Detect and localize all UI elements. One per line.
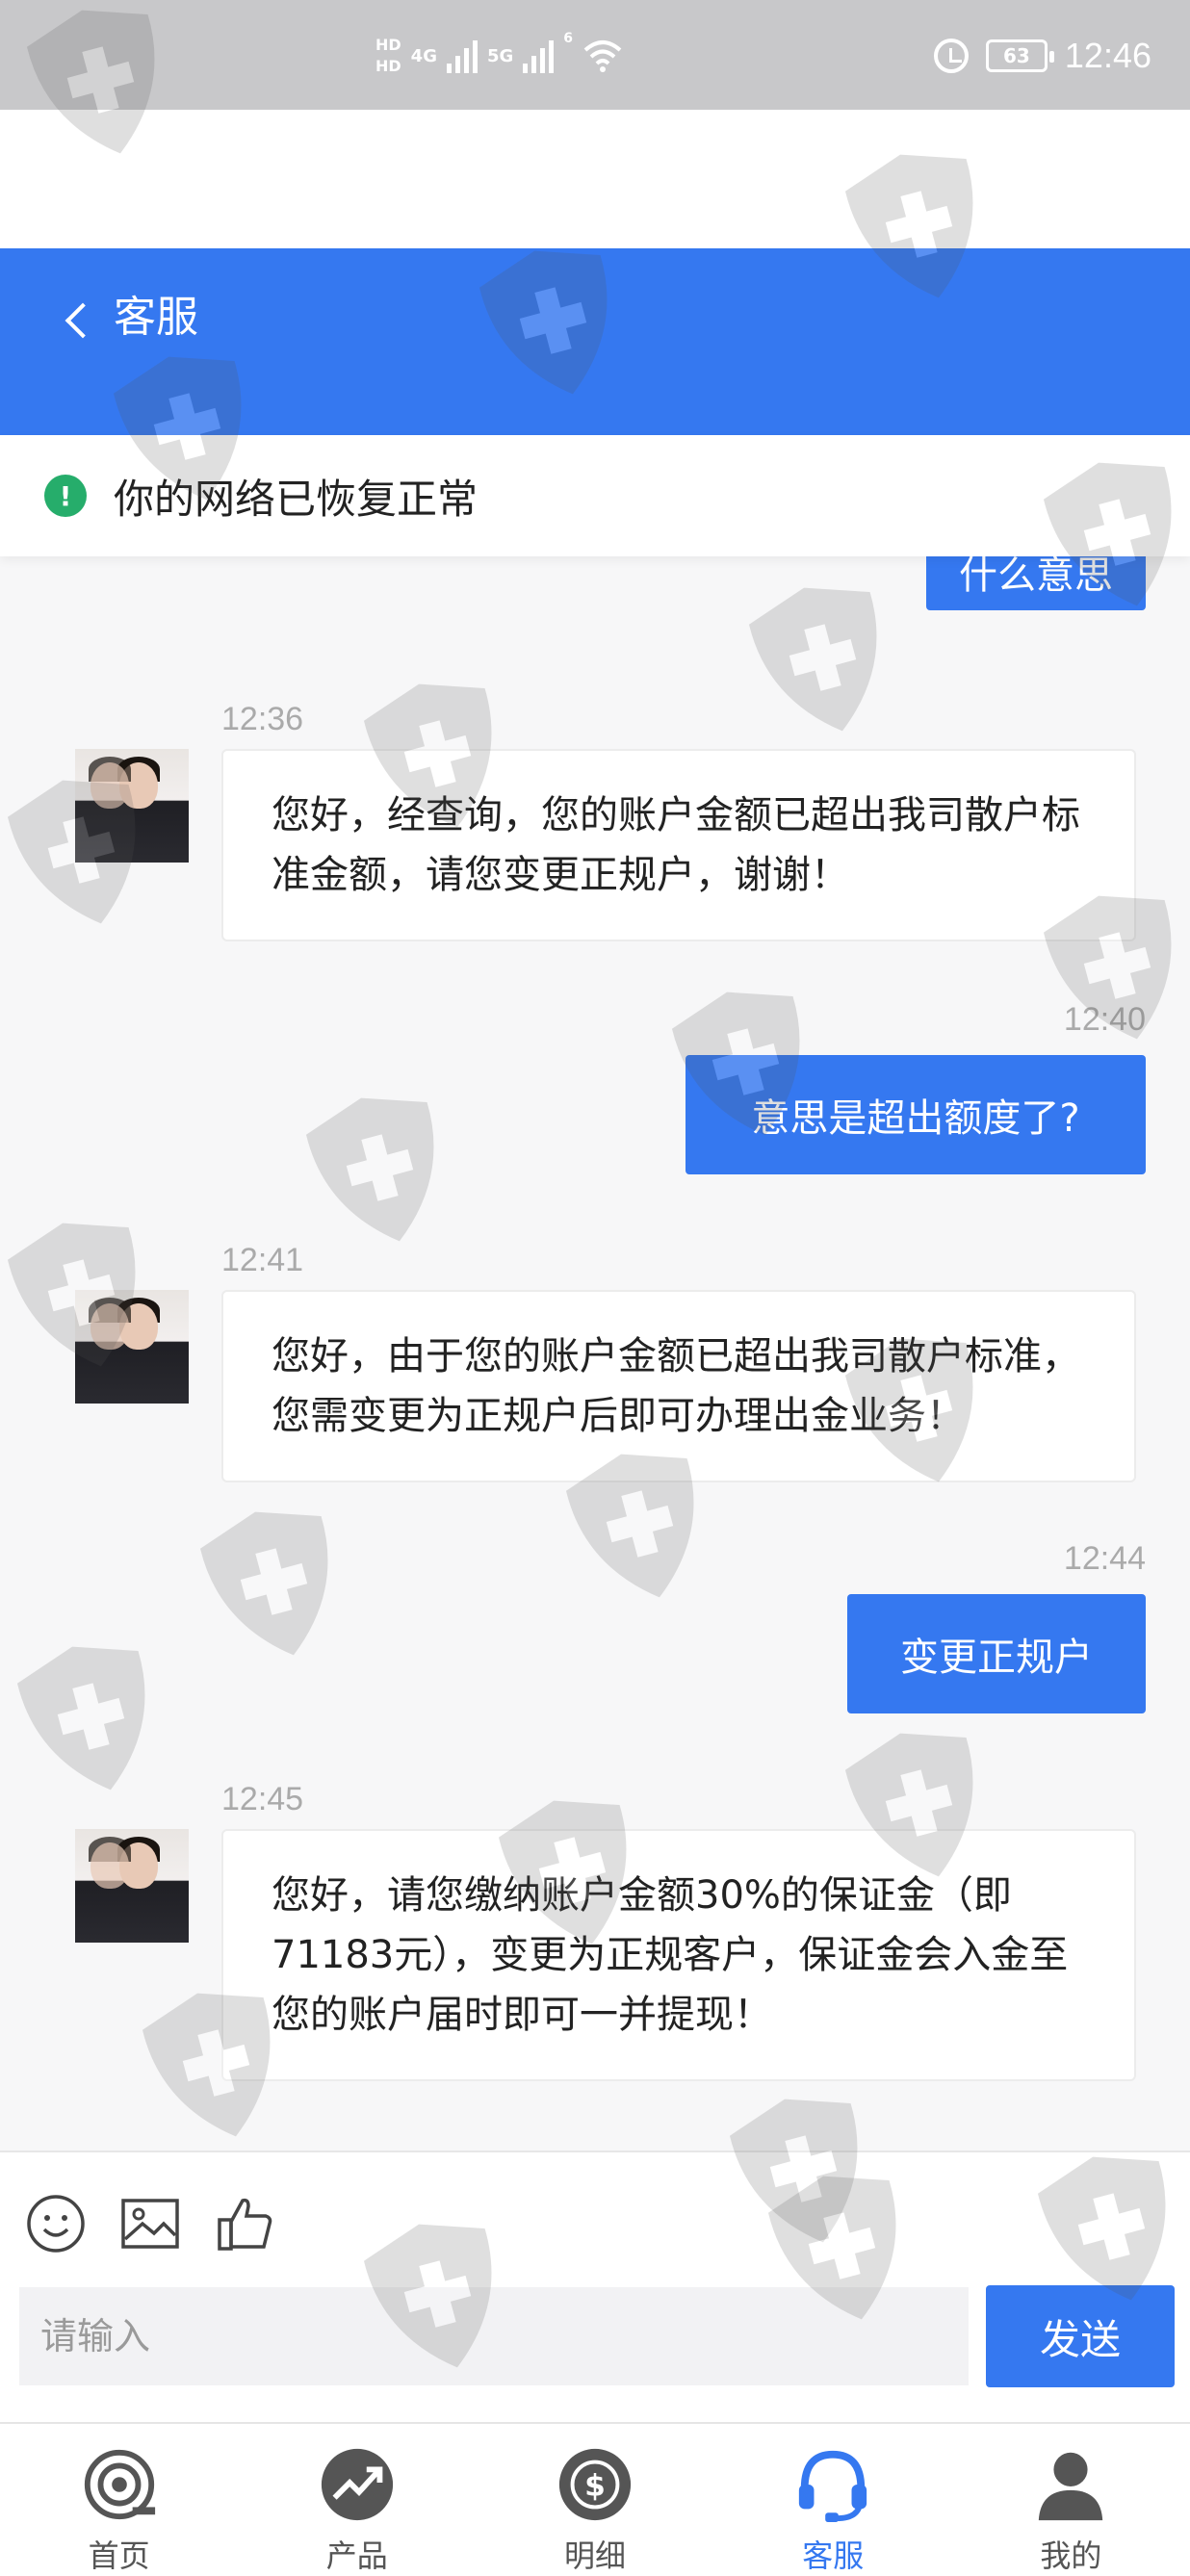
message-text: 意思是超出额度了? (751, 1096, 1080, 1141)
outgoing-message: 意思是超出额度了? (686, 1055, 1146, 1174)
nav-label: 客服 (802, 2537, 865, 2574)
outgoing-message: 什么意思 (926, 556, 1146, 610)
hd-label-2: HD (375, 57, 401, 75)
nav-item-details[interactable]: $ 明细 (476, 2424, 713, 2576)
wifi-icon (583, 40, 622, 72)
agent-avatar (75, 1290, 189, 1404)
nav-item-home[interactable]: 首页 (0, 2424, 238, 2576)
notice-text: 你的网络已恢复正常 (114, 475, 479, 523)
network-notice: ! 你的网络已恢复正常 (0, 435, 1190, 556)
network-5g-label: 5G (486, 45, 514, 66)
message-text: 您好，请您缴纳账户金额30%的保证金（即71183元），变更为正规客户，保证金会… (272, 1873, 1069, 2037)
headset-icon (799, 2450, 867, 2523)
battery-icon: 63 (985, 39, 1054, 72)
success-icon: ! (44, 475, 87, 517)
nav-label: 明细 (564, 2537, 627, 2574)
nav-label: 产品 (325, 2537, 388, 2574)
trend-icon (321, 2448, 393, 2521)
message-timestamp: 12:41 (221, 1242, 304, 1278)
back-button[interactable] (48, 287, 106, 354)
nav-item-profile[interactable]: 我的 (952, 2424, 1190, 2576)
incoming-message: 您好，请您缴纳账户金额30%的保证金（即71183元），变更为正规客户，保证金会… (221, 1829, 1136, 2081)
network-4g-label: 4G (410, 45, 437, 66)
message-input[interactable] (19, 2287, 969, 2385)
agent-avatar (75, 1829, 189, 1943)
incoming-message: 您好，由于您的账户金额已超出我司散户标准，您需变更为正规户后即可办理出金业务！ (221, 1290, 1136, 1482)
message-text: 什么意思 (959, 556, 1113, 598)
wifi-badge: 6 (563, 31, 574, 46)
send-button[interactable]: 发送 (986, 2285, 1175, 2387)
message-timestamp: 12:44 (1063, 1540, 1146, 1577)
message-timestamp: 12:36 (221, 701, 304, 737)
top-spacer (0, 110, 1190, 248)
nav-label: 首页 (88, 2537, 150, 2574)
nav-label: 我的 (1040, 2537, 1102, 2574)
emoji-icon[interactable] (25, 2193, 87, 2254)
hd-label-1: HD (375, 36, 401, 54)
agent-avatar (75, 749, 189, 863)
clock-time: 12:46 (1064, 36, 1151, 75)
alarm-icon (933, 39, 969, 73)
message-text: 您好，经查询，您的账户金额已超出我司散户标准金额，请您变更正规户，谢谢！ (272, 793, 1080, 897)
home-icon (84, 2449, 155, 2520)
message-text: 您好，由于您的账户金额已超出我司散户标准，您需变更为正规户后即可办理出金业务！ (272, 1334, 1080, 1438)
message-timestamp: 12:40 (1063, 1001, 1146, 1038)
page-title: 客服 (114, 293, 198, 342)
chat-header: 客服 (0, 248, 1190, 435)
status-bar: HD HD 4G 5G 6 63 12:46 (0, 0, 1190, 110)
nav-item-service[interactable]: 客服 (714, 2424, 952, 2576)
thumbs-up-icon[interactable] (214, 2193, 275, 2254)
incoming-message: 您好，经查询，您的账户金额已超出我司散户标准金额，请您变更正规户，谢谢！ (221, 749, 1136, 941)
user-icon (1039, 2452, 1103, 2521)
signal-indicators: HD HD 4G 5G 6 (375, 27, 623, 85)
dollar-icon: $ (558, 2448, 632, 2521)
chat-messages[interactable]: 什么意思 12:36 您好，经查询，您的账户金额已超出我司散户标准金额，请您变更… (0, 556, 1190, 2151)
nav-item-products[interactable]: 产品 (238, 2424, 476, 2576)
chevron-left-icon (65, 302, 101, 339)
battery-level: 63 (1002, 44, 1030, 67)
message-text: 变更正规户 (900, 1636, 1093, 1680)
status-right: 63 12:46 (933, 27, 1151, 85)
outgoing-message: 变更正规户 (847, 1594, 1146, 1713)
signal-bars-icon (446, 39, 478, 73)
svg-text:$: $ (584, 2469, 606, 2504)
signal-bars-icon-2 (523, 39, 555, 73)
hd-indicator: HD HD (375, 37, 401, 75)
image-icon[interactable] (119, 2193, 181, 2254)
message-timestamp: 12:45 (221, 1781, 304, 1817)
bottom-nav: 首页 产品 $ 明细 客服 我的 (0, 2422, 1190, 2576)
